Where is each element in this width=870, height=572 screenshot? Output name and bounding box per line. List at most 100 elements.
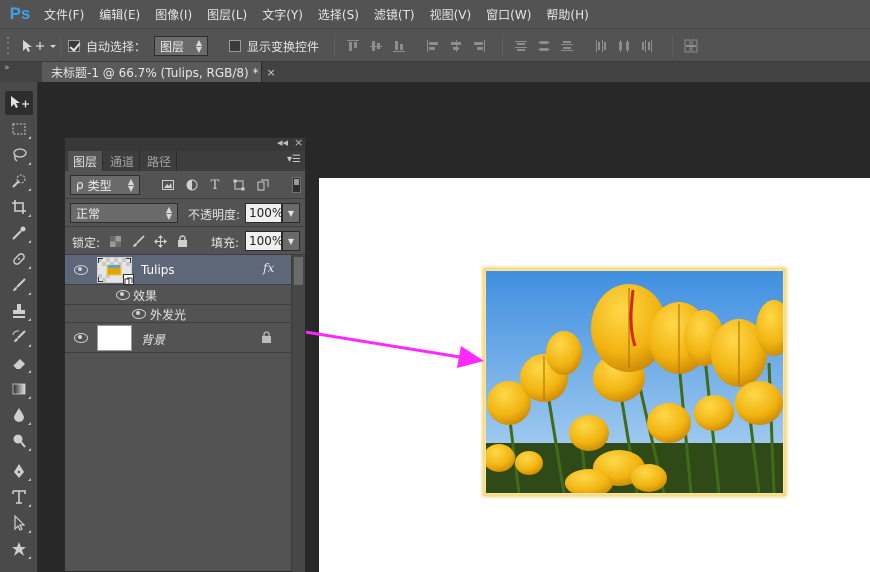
move-tool-icon [11,96,29,108]
menu-file[interactable]: 文件(F) [44,6,84,23]
align-vcenter-icon[interactable] [369,39,383,53]
menu-image[interactable]: 图像(I) [155,6,192,23]
menu-view[interactable]: 视图(V) [430,6,472,23]
distribute-right-icon[interactable] [640,39,654,53]
distribute-hcenter-icon[interactable] [617,39,631,53]
show-transform-checkbox[interactable] [229,40,241,52]
layer-row-tulips[interactable]: Tulips fx [65,255,291,286]
pen-tool[interactable] [5,459,33,483]
filter-kind-dropdown[interactable]: ρ 类型 ▲ ▼ [70,175,140,195]
collapse-panel-icon[interactable]: ◂◂ [277,136,288,149]
effects-visibility-eye-icon[interactable] [115,290,131,300]
document-tab[interactable]: 未标题-1 @ 66.7% (Tulips, RGB/8) * × [42,62,276,82]
fill-dropdown-button[interactable]: ▼ [282,231,300,251]
align-hcenter-icon[interactable] [449,39,463,53]
menu-help[interactable]: 帮助(H) [546,6,588,23]
opacity-label: 不透明度: [188,208,241,222]
align-right-icon[interactable] [472,39,486,53]
filter-pixel-icon[interactable] [161,178,175,192]
gradient-tool[interactable] [5,377,33,401]
type-tool[interactable] [5,485,33,509]
lasso-tool[interactable] [5,143,33,167]
tools-panel [0,82,38,572]
clone-stamp-tool[interactable] [5,299,33,323]
close-tab-icon[interactable]: × [267,66,276,79]
outer-glow-visibility-eye-icon[interactable] [131,309,147,319]
history-brush-icon [12,330,26,342]
lock-image-icon[interactable] [131,234,145,248]
layer-effects-fx-icon[interactable]: fx [263,261,274,275]
distribute-group-2 [594,29,654,63]
auto-select-checkbox[interactable] [68,40,80,52]
effect-row-outer-glow[interactable]: 外发光 [65,305,291,323]
filter-shape-icon[interactable] [232,178,246,192]
tab-layers[interactable]: 图层 [68,151,104,171]
menu-edit[interactable]: 编辑(E) [99,6,140,23]
effects-row[interactable]: 效果 [65,285,291,305]
menu-select[interactable]: 选择(S) [318,6,359,23]
opacity-dropdown-button[interactable]: ▼ [282,203,300,223]
rect-marquee-icon [12,123,26,135]
filter-adjustment-icon[interactable] [185,178,199,192]
distribute-left-icon[interactable] [594,39,608,53]
align-group-2 [426,29,486,63]
updown-arrows-icon: ▲ ▼ [195,38,202,54]
blur-tool[interactable] [5,403,33,427]
type-icon [12,490,26,504]
search-icon: ρ [76,178,84,192]
menu-layer[interactable]: 图层(L) [207,6,247,23]
auto-select-dropdown[interactable]: 图层 ▲ ▼ [154,36,208,56]
panel-menu-icon[interactable]: ▾☰ [287,154,301,165]
marquee-tool[interactable] [5,117,33,141]
document-canvas[interactable] [319,178,870,572]
tab-channels[interactable]: 通道 [105,151,141,171]
bandage-icon [13,253,25,265]
brush-tool[interactable] [5,273,33,297]
collapse-toolbar-icon[interactable]: » [4,63,10,73]
lock-position-icon[interactable] [153,234,167,248]
dodge-tool[interactable] [5,429,33,453]
layers-scrollbar[interactable] [291,255,305,572]
eyedropper-tool[interactable] [5,221,33,245]
blend-mode-dropdown[interactable]: 正常 ▲ ▼ [70,203,178,223]
distribute-group-1 [514,29,574,63]
filter-type-icon[interactable]: T [208,178,222,193]
distribute-bottom-icon[interactable] [560,39,574,53]
menu-type[interactable]: 文字(Y) [262,6,303,23]
layers-scroll-thumb[interactable] [294,257,303,285]
eraser-tool[interactable] [5,351,33,375]
dodge-icon [13,434,26,448]
gradient-icon [12,383,26,395]
filter-toggle-switch[interactable] [292,177,301,193]
menu-window[interactable]: 窗口(W) [486,6,531,23]
visibility-eye-icon[interactable] [73,265,89,275]
path-selection-tool[interactable] [5,511,33,535]
history-brush-tool[interactable] [5,325,33,349]
distribute-top-icon[interactable] [514,39,528,53]
auto-align-button[interactable] [684,29,698,63]
tab-paths[interactable]: 路径 [142,151,178,171]
fill-input[interactable]: 100% [245,231,283,251]
auto-align-icon [684,39,698,53]
close-panel-icon[interactable]: × [294,136,303,149]
crop-tool[interactable] [5,195,33,219]
effects-label: 效果 [133,289,158,303]
lock-all-icon[interactable] [175,234,189,248]
panel-header: ◂◂ × [65,136,305,151]
healing-brush-tool[interactable] [5,247,33,271]
opacity-input[interactable]: 100% [245,203,283,223]
visibility-eye-icon[interactable] [73,333,89,343]
quick-select-tool[interactable] [5,169,33,193]
custom-shape-tool[interactable] [5,537,33,561]
align-bottom-icon[interactable] [392,39,406,53]
move-tool[interactable] [5,91,33,115]
align-top-icon[interactable] [346,39,360,53]
layer-row-background[interactable]: 背景 [65,323,291,353]
lock-transparent-icon[interactable] [108,234,122,248]
tool-preset-picker[interactable] [20,29,56,63]
filter-smartobject-icon[interactable] [256,178,270,192]
layer-lock-icon [261,331,272,346]
distribute-vcenter-icon[interactable] [537,39,551,53]
align-left-icon[interactable] [426,39,440,53]
menu-filter[interactable]: 滤镜(T) [374,6,415,23]
